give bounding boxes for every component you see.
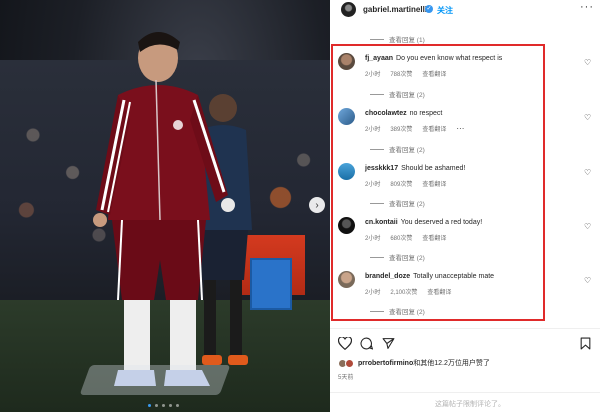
- next-arrow-icon[interactable]: ›: [309, 197, 325, 213]
- post-header: gabriel.martinelli ✓ 关注 ···: [330, 0, 600, 22]
- divider: [330, 328, 600, 329]
- share-icon[interactable]: [382, 337, 395, 350]
- view-replies-label: 查看回复 (2): [389, 201, 425, 208]
- view-replies[interactable]: 查看回复 (2): [370, 252, 425, 262]
- author-username[interactable]: gabriel.martinelli: [363, 5, 427, 14]
- commenter-avatar[interactable]: [338, 271, 355, 288]
- comment-text: You deserved a red today!: [400, 219, 483, 226]
- comment-more-icon[interactable]: ···: [456, 124, 464, 133]
- follow-button[interactable]: 关注: [437, 5, 453, 16]
- heart-icon[interactable]: ♡: [584, 58, 591, 67]
- view-replies[interactable]: 查看回复 (2): [370, 144, 425, 154]
- comment-time: 2小时: [365, 72, 381, 78]
- comment-time: 2小时: [365, 127, 381, 133]
- view-replies[interactable]: 查看回复 (2): [370, 198, 425, 208]
- heart-icon[interactable]: ♡: [584, 168, 591, 177]
- view-replies[interactable]: 查看回复 (2): [370, 89, 425, 99]
- translate-link[interactable]: 查看翻译: [427, 290, 451, 296]
- heart-icon[interactable]: ♡: [584, 276, 591, 285]
- heart-icon[interactable]: [338, 337, 352, 350]
- commenter-username[interactable]: cn.kontaii: [365, 219, 398, 226]
- comment-icon[interactable]: [360, 337, 373, 350]
- bookmark-icon[interactable]: [580, 337, 591, 350]
- comment-text: Totally unacceptable mate: [413, 273, 495, 280]
- comment-footer: 这篇帖子限制评论了。: [330, 392, 600, 412]
- commenter-avatar[interactable]: [338, 53, 355, 70]
- view-replies-label: 查看回复 (2): [389, 147, 425, 154]
- view-replies[interactable]: 查看回复 (2): [370, 306, 425, 316]
- translate-link[interactable]: 查看翻译: [422, 127, 446, 133]
- more-options-icon[interactable]: ···: [580, 1, 594, 13]
- heart-icon[interactable]: ♡: [584, 113, 591, 122]
- translate-link[interactable]: 查看翻译: [422, 72, 446, 78]
- commenter-avatar[interactable]: [338, 217, 355, 234]
- verified-icon: ✓: [425, 5, 433, 13]
- comment-likes[interactable]: 680次赞: [390, 236, 412, 242]
- commenter-avatar[interactable]: [338, 163, 355, 180]
- comment-likes[interactable]: 788次赞: [390, 72, 412, 78]
- translate-link[interactable]: 查看翻译: [422, 236, 446, 242]
- view-replies-label: 查看回复 (2): [389, 92, 425, 99]
- tunnel-platform: [79, 365, 231, 395]
- likes-summary[interactable]: prrobertofirmino 和其他12.2万位用户赞了: [338, 358, 490, 368]
- commenter-username[interactable]: fj_ayaan: [365, 55, 393, 62]
- comment-time: 2小时: [365, 290, 381, 296]
- translate-link[interactable]: 查看翻译: [422, 182, 446, 188]
- view-replies-label: 查看回复 (2): [389, 309, 425, 316]
- post-time: 5天前: [338, 375, 354, 381]
- carousel-dots: [148, 404, 179, 407]
- action-bar: [330, 333, 600, 355]
- comment-text: Do you even know what respect is: [396, 55, 503, 62]
- heart-icon[interactable]: ♡: [584, 222, 591, 231]
- author-avatar[interactable]: [341, 2, 356, 17]
- view-replies-label: 查看回复 (2): [389, 255, 425, 262]
- view-replies-label: 查看回复 (1): [389, 37, 425, 44]
- comment-likes[interactable]: 809次赞: [390, 182, 412, 188]
- comments-limited-note: 这篇帖子限制评论了。: [435, 401, 505, 408]
- comment-likes[interactable]: 389次赞: [390, 127, 412, 133]
- view-replies[interactable]: 查看回复 (1): [370, 34, 425, 44]
- comment-text: no respect: [409, 110, 443, 117]
- comment-text: Should be ashamed!: [401, 165, 466, 172]
- commenter-avatar[interactable]: [338, 108, 355, 125]
- post-photo[interactable]: ›: [0, 0, 330, 412]
- commenter-username[interactable]: brandel_doze: [365, 273, 410, 280]
- comment-time: 2小时: [365, 182, 381, 188]
- comment-likes[interactable]: 2,100次赞: [390, 290, 417, 296]
- main-player: [93, 32, 235, 386]
- commenter-username[interactable]: chocolawtez: [365, 110, 407, 117]
- commenter-username[interactable]: jesskkk17: [365, 165, 398, 172]
- likes-text[interactable]: 和其他12.2万位用户赞了: [413, 358, 490, 368]
- liker-username[interactable]: prrobertofirmino: [358, 360, 413, 367]
- comment-time: 2小时: [365, 236, 381, 242]
- liker-avatar: [345, 358, 354, 368]
